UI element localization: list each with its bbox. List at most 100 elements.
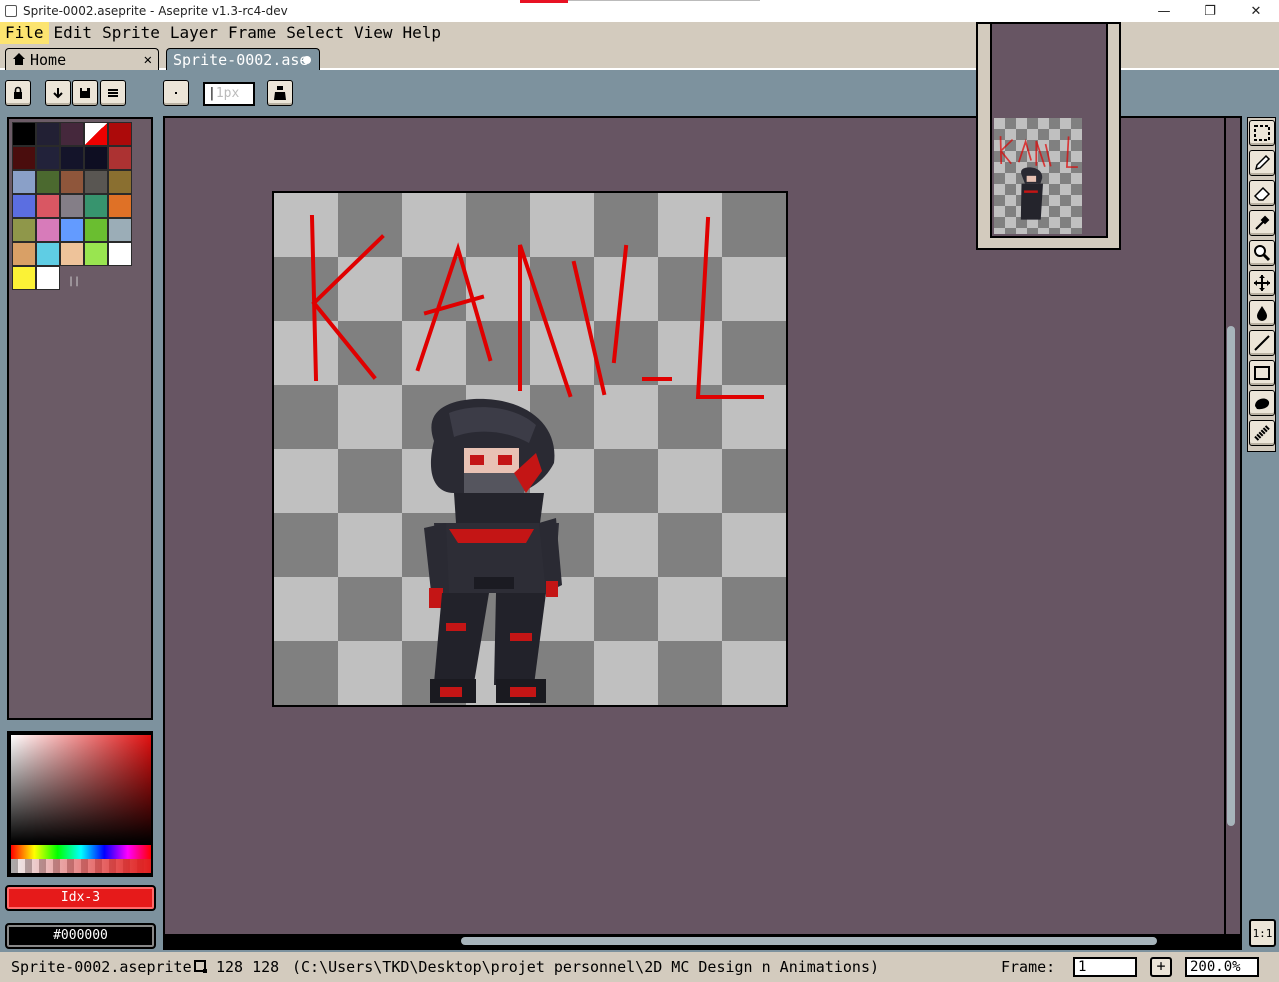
sprite-artwork <box>309 214 764 703</box>
palette-lock-button[interactable] <box>5 80 31 106</box>
brush-type-button[interactable] <box>163 80 189 106</box>
palette-swatch[interactable] <box>108 170 132 194</box>
menu-help[interactable]: Help <box>398 22 447 44</box>
palette-swatch[interactable] <box>36 242 60 266</box>
sprite-size-icon <box>194 960 207 973</box>
palette-swatch[interactable] <box>84 122 108 146</box>
foreground-color-button[interactable]: Idx-3 <box>5 885 156 911</box>
palette-swatch[interactable] <box>84 146 108 170</box>
vertical-scrollbar[interactable] <box>1227 326 1235 826</box>
kamil-drawn-text <box>309 214 764 399</box>
preview-window[interactable] <box>976 22 1121 250</box>
palette-swatch[interactable] <box>60 122 84 146</box>
zoom-tool-button[interactable] <box>1249 240 1275 266</box>
zoom-icon <box>1254 245 1271 262</box>
palette-swatch[interactable] <box>84 242 108 266</box>
palette-swatch[interactable] <box>108 194 132 218</box>
palette-swatch[interactable] <box>84 218 108 242</box>
palette-swatch[interactable] <box>60 218 84 242</box>
brush-size-caret: | <box>208 86 216 101</box>
horizontal-scrollbar[interactable] <box>461 937 1157 945</box>
palette-swatch[interactable] <box>12 194 36 218</box>
preview-viewport <box>990 24 1108 238</box>
eyedropper-tool-button[interactable] <box>1249 210 1275 236</box>
window-titlebar: Sprite-0002.aseprite - Aseprite v1.3-rc4… <box>0 0 1279 22</box>
palette-swatch[interactable] <box>60 146 84 170</box>
palette-swatch[interactable] <box>108 242 132 266</box>
background-color-button[interactable]: #000000 <box>5 923 156 949</box>
palette-swatch[interactable] <box>12 266 36 290</box>
palette-swatch[interactable] <box>84 170 108 194</box>
zoom-reset-button[interactable]: 1:1 <box>1249 919 1276 947</box>
palette-swatch[interactable] <box>108 122 132 146</box>
zoom-input[interactable]: 200.0% <box>1185 957 1259 977</box>
palette-swatch[interactable] <box>12 170 36 194</box>
palette-presets-button[interactable] <box>72 80 98 106</box>
menu-sprite[interactable]: Sprite <box>97 22 165 44</box>
brush-size-input[interactable]: |1px <box>203 82 255 106</box>
menu-select[interactable]: Select <box>281 22 349 44</box>
tool-column <box>1247 117 1276 452</box>
palette-swatch[interactable] <box>36 146 60 170</box>
menu-edit[interactable]: Edit <box>49 22 98 44</box>
close-window-button[interactable]: ✕ <box>1233 0 1279 22</box>
rectangle-icon <box>1254 366 1270 380</box>
paint-bucket-tool-button[interactable] <box>1249 300 1275 326</box>
menu-layer[interactable]: Layer <box>165 22 223 44</box>
palette-swatch[interactable] <box>36 218 60 242</box>
pencil-tool-button[interactable] <box>1249 150 1275 176</box>
palette-swatch[interactable] <box>60 170 84 194</box>
status-sprite-size: 128 128 <box>216 958 280 976</box>
maximize-button[interactable]: ❐ <box>1187 0 1233 22</box>
titlebar-accent <box>520 0 568 3</box>
add-frame-button[interactable]: + <box>1150 957 1172 977</box>
unsaved-dot-icon <box>303 56 311 64</box>
frame-input[interactable]: 1 <box>1073 957 1137 977</box>
tab-home[interactable]: Home ✕ <box>5 48 159 70</box>
pencil-icon <box>1254 154 1271 171</box>
move-icon <box>1254 275 1270 291</box>
tab-home-label: Home <box>30 50 67 69</box>
marquee-tool-button[interactable] <box>1249 120 1275 146</box>
move-tool-button[interactable] <box>1249 270 1275 296</box>
menu-frame[interactable]: Frame <box>223 22 281 44</box>
palette-swatch[interactable] <box>36 266 60 290</box>
preview-artwork <box>999 136 1078 220</box>
color-selector[interactable] <box>7 731 153 877</box>
palette-options-button[interactable] <box>100 80 126 106</box>
palette-grid <box>12 122 132 290</box>
saturation-value-box[interactable] <box>11 735 151 843</box>
palette-swatch[interactable] <box>108 146 132 170</box>
palette-swatch[interactable] <box>84 194 108 218</box>
sprite-canvas[interactable] <box>272 191 788 707</box>
palette-swatch[interactable] <box>60 242 84 266</box>
preview-thumbnail <box>994 118 1082 234</box>
blur-tool-button[interactable] <box>1249 420 1275 446</box>
brush-size-value: 1px <box>215 86 240 101</box>
palette-swatch[interactable] <box>108 218 132 242</box>
palette-swatch[interactable] <box>12 122 36 146</box>
hue-slider[interactable] <box>11 845 151 859</box>
palette-swatch[interactable] <box>60 194 84 218</box>
rectangle-tool-button[interactable] <box>1249 360 1275 386</box>
app-icon <box>5 5 17 17</box>
ink-button[interactable] <box>267 80 293 106</box>
palette-swatch[interactable] <box>12 146 36 170</box>
palette-sort-button[interactable] <box>45 80 71 106</box>
palette-swatch[interactable] <box>12 218 36 242</box>
menu-view[interactable]: View <box>349 22 398 44</box>
palette-swatch[interactable] <box>36 194 60 218</box>
eraser-tool-button[interactable] <box>1249 180 1275 206</box>
contour-tool-button[interactable] <box>1249 390 1275 416</box>
palette-swatch[interactable] <box>12 242 36 266</box>
menu-file[interactable]: File <box>0 22 49 44</box>
minimize-button[interactable]: — <box>1141 0 1187 22</box>
palette-swatch[interactable] <box>36 170 60 194</box>
status-filename: Sprite-0002.aseprite <box>11 958 192 976</box>
tab-home-close-button[interactable]: ✕ <box>144 52 152 68</box>
line-tool-button[interactable] <box>1249 330 1275 356</box>
palette-swatch[interactable] <box>36 122 60 146</box>
palette-panel: || <box>7 117 153 720</box>
palette-resize-grip[interactable]: || <box>68 276 80 287</box>
tab-sprite[interactable]: Sprite-0002.ase <box>166 48 320 70</box>
